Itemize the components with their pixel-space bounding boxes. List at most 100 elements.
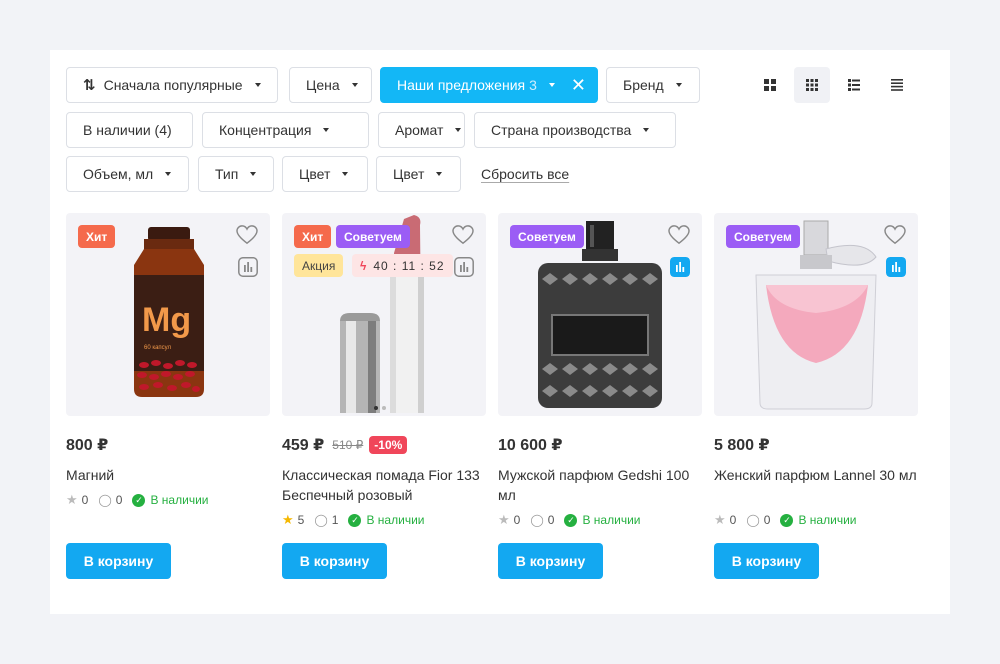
add-to-cart-button[interactable]: В корзину: [498, 543, 603, 579]
chevron-down-icon: [342, 172, 349, 176]
compare-icon[interactable]: [454, 257, 474, 277]
sort-dropdown[interactable]: ⇅ Сначала популярные: [66, 67, 278, 103]
price-filter[interactable]: Цена: [289, 67, 372, 103]
country-filter[interactable]: Страна производства: [474, 112, 676, 148]
product-image[interactable]: Хит Советуем Акция ϟ 40 : 11 : 52: [282, 213, 486, 416]
offers-filter-count: 3: [529, 77, 537, 93]
product-meta: ★ 0 ◯ 0 ✓ В наличии: [714, 512, 856, 528]
product-image[interactable]: Советуем: [498, 213, 702, 416]
comment-icon: ◯: [746, 513, 760, 527]
concentration-filter-label: Концентрация: [219, 122, 312, 138]
reviews-count: 0: [763, 513, 771, 527]
view-grid-small-button[interactable]: [794, 67, 830, 103]
check-icon: ✓: [564, 513, 578, 527]
rating: 0: [81, 493, 89, 507]
in-stock-filter[interactable]: В наличии (4): [66, 112, 193, 148]
product-name[interactable]: Мужской парфюм Gedshi 100 мл: [498, 465, 704, 505]
close-icon[interactable]: ✕: [571, 76, 586, 94]
price-row: 459 ₽ 510 ₽ -10%: [282, 435, 408, 455]
price: 10 600 ₽: [498, 437, 563, 454]
volume-filter[interactable]: Объем, мл: [66, 156, 189, 192]
comment-icon: ◯: [314, 513, 328, 527]
check-icon: ✓: [348, 513, 362, 527]
star-icon: ★: [714, 512, 726, 527]
offers-filter-label: Наши предложения: [397, 77, 526, 93]
compare-icon-active[interactable]: [670, 257, 690, 277]
add-to-cart-button[interactable]: В корзину: [714, 543, 819, 579]
product-card[interactable]: Советуем 10 600 ₽ Мужской парфюм Gedshi …: [498, 213, 702, 579]
stock-label: В наличии: [150, 493, 209, 507]
image-carousel-dots[interactable]: [374, 406, 386, 410]
product-name[interactable]: Женский парфюм Lannel 30 мл: [714, 465, 920, 485]
check-icon: ✓: [780, 513, 794, 527]
lightning-icon: ϟ: [360, 258, 368, 273]
color-filter-1-label: Цвет: [299, 166, 331, 182]
type-filter-label: Тип: [215, 166, 239, 182]
stock-label: В наличии: [798, 513, 857, 527]
product-card[interactable]: Mg 60 капсул Хит 800 ₽ Магний ★ 0 ◯ 0 ✓ …: [66, 213, 270, 579]
hit-badge: Хит: [294, 225, 332, 248]
comment-icon: ◯: [530, 513, 544, 527]
product-name[interactable]: Классическая помада Fior 133 Беспечный р…: [282, 465, 488, 505]
stock-label: В наличии: [582, 513, 641, 527]
brand-filter[interactable]: Бренд: [606, 67, 700, 103]
list-icon: [848, 79, 860, 91]
heart-icon[interactable]: [236, 225, 258, 245]
price: 800 ₽: [66, 437, 109, 454]
country-filter-label: Страна производства: [491, 122, 632, 138]
add-to-cart-button[interactable]: В корзину: [66, 543, 171, 579]
chevron-down-icon: [351, 83, 358, 87]
view-list-button[interactable]: [836, 67, 872, 103]
color-filter-1[interactable]: Цвет: [282, 156, 368, 192]
reset-filters-link[interactable]: Сбросить все: [481, 166, 569, 182]
stock-status: ✓ В наличии: [780, 513, 856, 527]
rating: 0: [729, 513, 737, 527]
comment-icon: ◯: [98, 493, 112, 507]
aroma-filter[interactable]: Аромат: [378, 112, 465, 148]
stock-status: ✓ В наличии: [564, 513, 640, 527]
compact-list-icon: [891, 79, 903, 91]
product-image[interactable]: Советуем: [714, 213, 918, 416]
product-meta: ★ 0 ◯ 0 ✓ В наличии: [498, 512, 640, 528]
svg-text:60 капсул: 60 капсул: [144, 345, 172, 351]
view-grid-large-button[interactable]: [752, 67, 788, 103]
product-image[interactable]: Mg 60 капсул Хит: [66, 213, 270, 416]
hit-badge: Хит: [78, 225, 116, 248]
grid-large-icon: [764, 79, 776, 91]
product-card[interactable]: Хит Советуем Акция ϟ 40 : 11 : 52 459 ₽ …: [282, 213, 486, 579]
old-price: 510 ₽: [332, 438, 364, 452]
star-icon: ★: [498, 512, 510, 527]
chevron-down-icon: [675, 83, 682, 87]
product-meta: ★ 5 ◯ 1 ✓ В наличии: [282, 512, 424, 528]
product-name[interactable]: Магний: [66, 465, 272, 485]
concentration-filter[interactable]: Концентрация: [202, 112, 369, 148]
sort-label: Сначала популярные: [103, 77, 243, 93]
color-filter-2[interactable]: Цвет: [376, 156, 461, 192]
chevron-down-icon: [250, 172, 257, 176]
svg-text:Mg: Mg: [142, 301, 191, 339]
volume-filter-label: Объем, мл: [83, 166, 154, 182]
promo-timer: ϟ 40 : 11 : 52: [352, 254, 453, 277]
offers-filter[interactable]: Наши предложения 3 ✕: [380, 67, 598, 103]
chevron-down-icon: [323, 128, 330, 132]
star-icon: ★: [282, 512, 294, 527]
compare-icon[interactable]: [238, 257, 258, 277]
recommend-badge: Советуем: [510, 225, 584, 248]
heart-icon[interactable]: [884, 225, 906, 245]
discount-badge: -10%: [369, 436, 408, 454]
star-icon: ★: [66, 492, 78, 507]
heart-icon[interactable]: [668, 225, 690, 245]
reviews-count: 0: [547, 513, 555, 527]
view-compact-list-button[interactable]: [879, 67, 915, 103]
product-card[interactable]: Советуем 5 800 ₽ Женский парфюм Lannel 3…: [714, 213, 918, 579]
heart-icon[interactable]: [452, 225, 474, 245]
rating: 0: [513, 513, 521, 527]
price-filter-label: Цена: [306, 77, 340, 93]
brand-filter-label: Бренд: [623, 77, 664, 93]
compare-icon-active[interactable]: [886, 257, 906, 277]
stock-status: ✓ В наличии: [348, 513, 424, 527]
chevron-down-icon: [165, 172, 172, 176]
add-to-cart-button[interactable]: В корзину: [282, 543, 387, 579]
reviews-count: 1: [331, 513, 339, 527]
type-filter[interactable]: Тип: [198, 156, 274, 192]
